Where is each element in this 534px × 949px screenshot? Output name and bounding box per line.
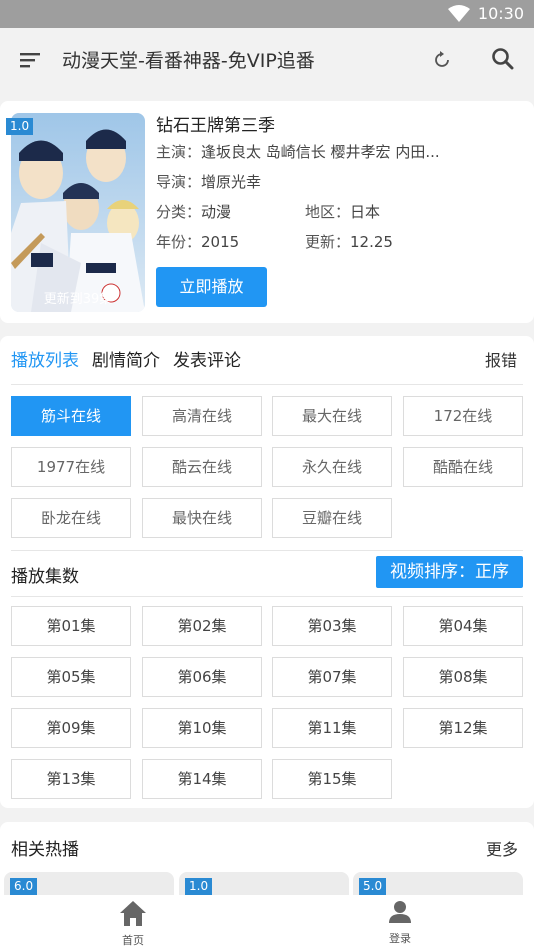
sort-order-button[interactable]: 视频排序：正序 <box>376 556 523 588</box>
episode-button[interactable]: 第04集 <box>403 606 523 646</box>
episode-button[interactable]: 第06集 <box>142 657 262 697</box>
update-badge: 更新到39集 <box>43 292 113 307</box>
home-icon <box>120 901 146 926</box>
episode-button[interactable]: 第12集 <box>403 708 523 748</box>
tab-play-list[interactable]: 播放列表 <box>11 346 79 371</box>
actors-label: 主演： <box>156 143 202 161</box>
episode-button[interactable]: 第02集 <box>142 606 262 646</box>
nav-login-label: 登录 <box>389 932 411 945</box>
episode-button[interactable]: 第09集 <box>11 708 131 748</box>
play-now-button[interactable]: 立即播放 <box>156 267 267 307</box>
menu-icon[interactable] <box>18 48 44 72</box>
divider <box>11 384 523 385</box>
episode-button[interactable]: 第01集 <box>11 606 131 646</box>
source-button[interactable]: 酷酷在线 <box>403 447 523 487</box>
category-row: 分类：动漫 <box>156 201 231 222</box>
app-title: 动漫天堂-看番神器-免VIP追番 <box>62 50 315 72</box>
year-label: 年份： <box>156 233 202 251</box>
episode-button[interactable]: 第08集 <box>403 657 523 697</box>
source-button[interactable]: 1977在线 <box>11 447 131 487</box>
detail-card: 更新到39集 1.0 钻石王牌第三季 主演：逢坂良太 岛崎信长 樱井孝宏 内田.… <box>0 101 534 323</box>
updated-value: 12.25 <box>350 233 393 251</box>
category-value: 动漫 <box>201 203 232 221</box>
episode-button[interactable]: 第14集 <box>142 759 262 799</box>
related-title: 相关热播 <box>11 840 79 860</box>
rating-badge: 6.0 <box>10 878 38 895</box>
source-button[interactable]: 最快在线 <box>142 498 262 538</box>
source-button[interactable]: 高清在线 <box>142 396 262 436</box>
episode-button[interactable]: 第15集 <box>272 759 392 799</box>
poster-image[interactable]: 更新到39集 <box>11 113 145 312</box>
episode-button[interactable]: 第13集 <box>11 759 131 799</box>
nav-home-label: 首页 <box>122 934 144 947</box>
episode-button[interactable]: 第03集 <box>272 606 392 646</box>
category-label: 分类： <box>156 203 202 221</box>
report-button[interactable]: 报错 <box>485 347 517 371</box>
episodes-label: 播放集数 <box>11 567 79 587</box>
source-button[interactable]: 酷云在线 <box>142 447 262 487</box>
updated-row: 更新：12.25 <box>305 231 393 252</box>
region-value: 日本 <box>350 203 381 221</box>
year-row: 年份：2015 <box>156 231 239 252</box>
source-button[interactable]: 172在线 <box>403 396 523 436</box>
source-button[interactable]: 卧龙在线 <box>11 498 131 538</box>
director-value: 增原光幸 <box>201 173 262 191</box>
rating-badge: 5.0 <box>359 878 387 895</box>
status-bar: 10:30 <box>0 0 534 28</box>
episode-button[interactable]: 第10集 <box>142 708 262 748</box>
source-button[interactable]: 最大在线 <box>272 396 392 436</box>
app-bar: 动漫天堂-看番神器-免VIP追番 <box>0 28 534 92</box>
director-row: 导演：增原光幸 <box>156 171 261 192</box>
actors-value: 逢坂良太 岛崎信长 樱井孝宏 内田... <box>201 143 440 161</box>
source-button[interactable]: 豆瓣在线 <box>272 498 392 538</box>
nav-home[interactable]: 首页 <box>93 899 173 948</box>
updated-label: 更新： <box>305 233 351 251</box>
refresh-icon[interactable] <box>428 46 456 74</box>
divider <box>11 596 523 597</box>
drama-title: 钻石王牌第三季 <box>156 116 275 136</box>
director-label: 导演： <box>156 173 202 191</box>
play-list-card: 播放列表 剧情简介 发表评论 报错 筋斗在线 高清在线 最大在线 172在线 1… <box>0 336 534 808</box>
user-icon <box>389 901 411 923</box>
episode-button[interactable]: 第11集 <box>272 708 392 748</box>
actors-row: 主演：逢坂良太 岛崎信长 樱井孝宏 内田... <box>156 141 440 162</box>
source-button[interactable]: 永久在线 <box>272 447 392 487</box>
status-time: 10:30 <box>477 4 524 23</box>
search-icon[interactable] <box>489 45 517 73</box>
more-link[interactable]: 更多 <box>486 836 518 860</box>
year-value: 2015 <box>201 233 240 251</box>
bottom-nav: 首页 登录 <box>0 895 534 949</box>
region-label: 地区： <box>305 203 351 221</box>
region-row: 地区：日本 <box>305 201 380 222</box>
rating-badge: 1.0 <box>6 118 34 135</box>
nav-login[interactable]: 登录 <box>360 899 440 946</box>
episode-button[interactable]: 第05集 <box>11 657 131 697</box>
source-button[interactable]: 筋斗在线 <box>11 396 131 436</box>
episode-button[interactable]: 第07集 <box>272 657 392 697</box>
rating-badge: 1.0 <box>185 878 213 895</box>
poster-art <box>11 113 145 312</box>
wifi-icon <box>448 5 470 22</box>
divider <box>11 550 523 551</box>
tab-comment[interactable]: 发表评论 <box>173 346 241 371</box>
tab-synopsis[interactable]: 剧情简介 <box>92 346 160 371</box>
